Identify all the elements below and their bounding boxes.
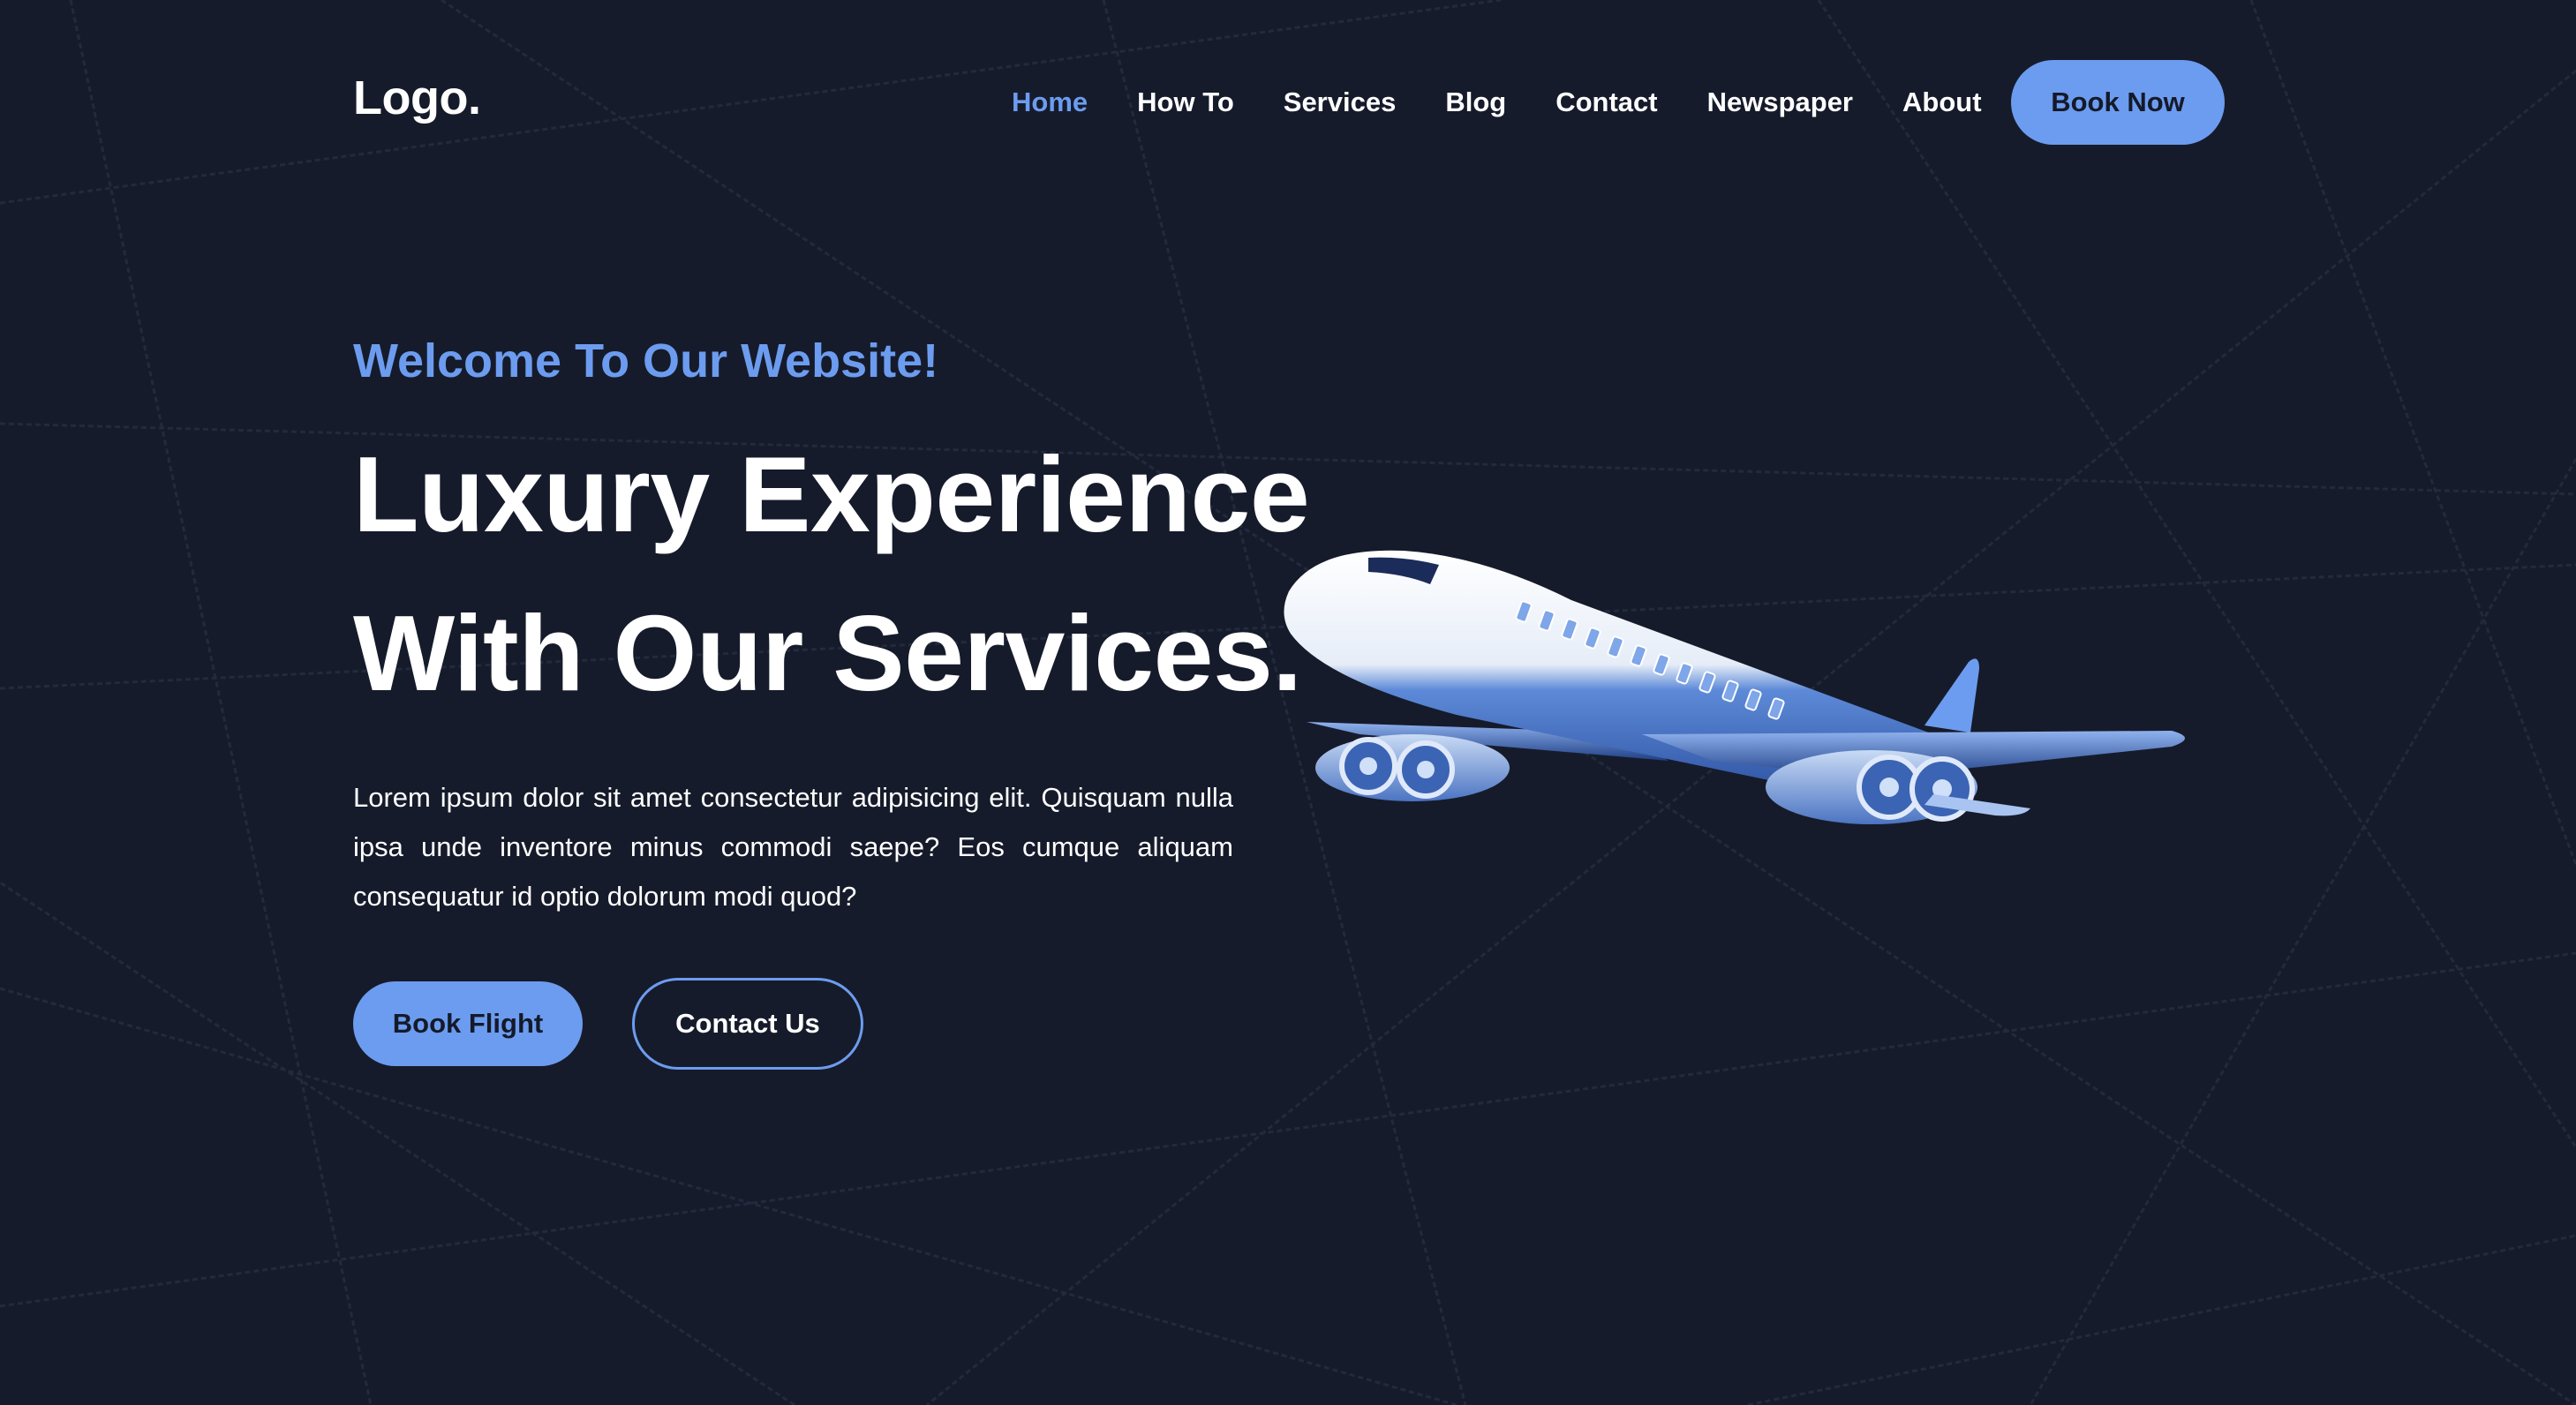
nav-about[interactable]: About xyxy=(1902,86,1982,118)
tail-fin xyxy=(1924,658,1979,733)
headline-line-1: Luxury Experience xyxy=(353,434,1310,554)
book-flight-button[interactable]: Book Flight xyxy=(353,981,583,1066)
main-nav: Home How To Services Blog Contact Newspa… xyxy=(1012,58,2031,147)
hero-description: Lorem ipsum dolor sit amet consectetur a… xyxy=(353,782,1233,912)
nav-home[interactable]: Home xyxy=(1012,86,1088,118)
nav-newspaper[interactable]: Newspaper xyxy=(1707,86,1853,118)
contact-us-button[interactable]: Contact Us xyxy=(632,978,863,1070)
hero-headline: Luxury Experience With Our Services. xyxy=(353,415,1310,733)
book-now-button[interactable]: Book Now xyxy=(2011,60,2225,145)
nav-services[interactable]: Services xyxy=(1284,86,1397,118)
welcome-text: Welcome To Our Website! xyxy=(353,334,939,387)
nav-contact[interactable]: Contact xyxy=(1555,86,1657,118)
right-engines xyxy=(1766,750,1977,824)
logo[interactable]: Logo. xyxy=(353,71,481,125)
hero-section: Welcome To Our Website! Luxury Experienc… xyxy=(353,328,1310,1070)
headline-line-2: With Our Services. xyxy=(353,593,1302,713)
site-header: Logo. Home How To Services Blog Contact … xyxy=(353,58,2225,147)
nav-blog[interactable]: Blog xyxy=(1445,86,1506,118)
nav-how-to[interactable]: How To xyxy=(1137,86,1234,118)
airplane-illustration xyxy=(1284,550,2185,824)
hero-buttons: Book Flight Contact Us xyxy=(353,978,1236,1070)
left-engines xyxy=(1315,734,1510,801)
landing-page: Logo. Home How To Services Blog Contact … xyxy=(0,0,2576,1405)
